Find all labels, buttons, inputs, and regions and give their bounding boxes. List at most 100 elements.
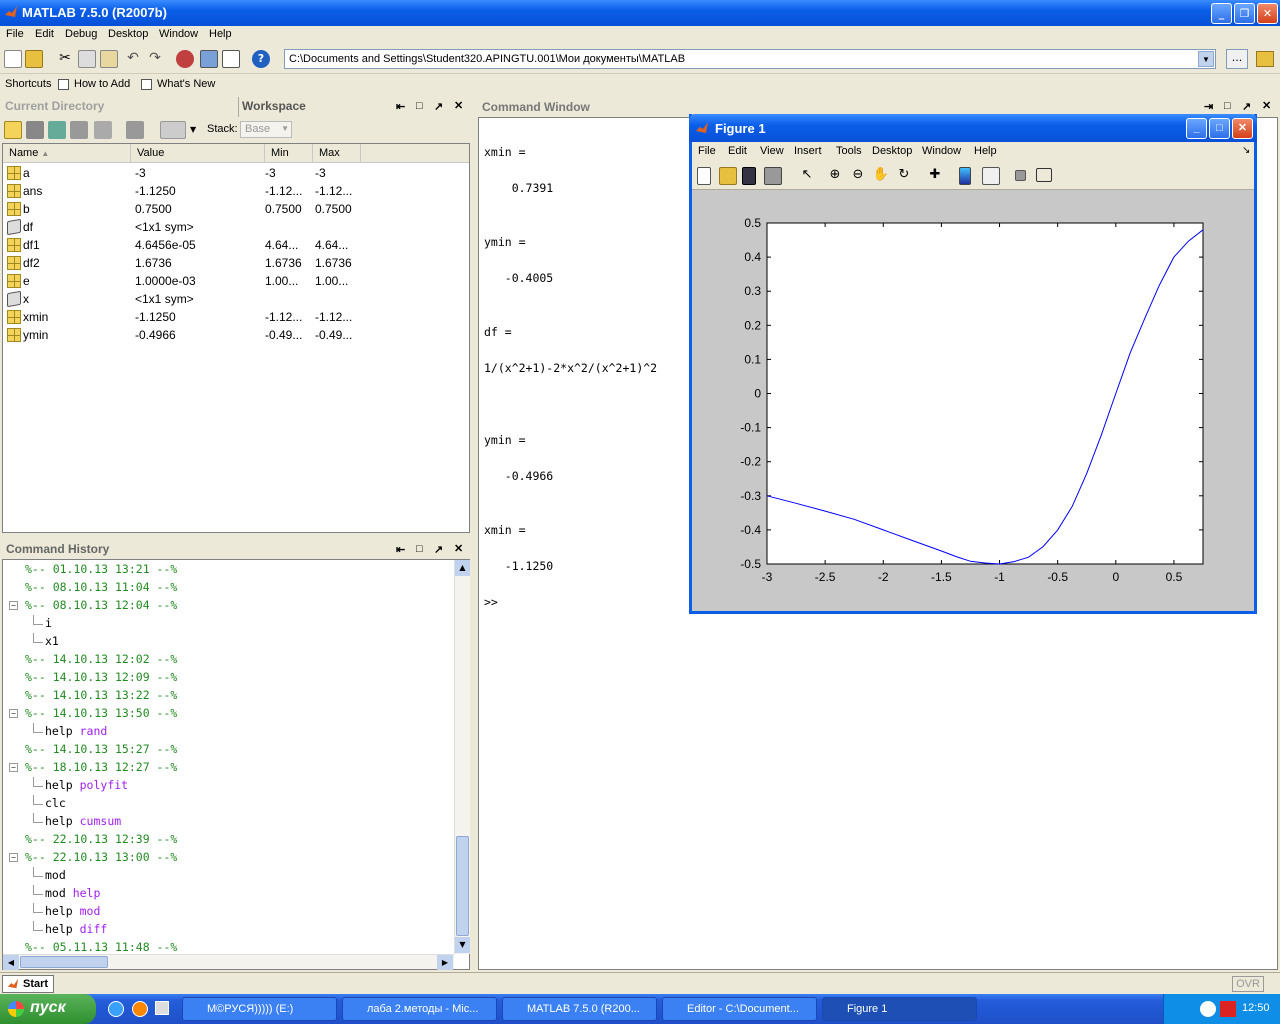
scroll-thumb[interactable] — [456, 836, 469, 936]
tray-arrow-icon[interactable] — [1200, 1001, 1216, 1017]
taskbar-item-word[interactable]: лаба 2.методы - Mic... — [342, 997, 497, 1021]
menu-desktop[interactable]: Desktop — [108, 28, 148, 40]
chevron-down-icon[interactable]: ▼ — [1198, 51, 1214, 67]
column-name[interactable]: Name ▲ — [3, 144, 131, 162]
table-row[interactable]: df2 1.6736 1.6736 1.6736 — [3, 254, 468, 272]
column-min[interactable]: Min — [265, 144, 313, 162]
close-button[interactable]: ✕ — [1257, 3, 1278, 24]
browse-button[interactable]: ... — [1226, 49, 1248, 69]
show-plot-tools-icon[interactable] — [1036, 168, 1052, 182]
open-variable-icon[interactable] — [26, 121, 44, 139]
column-value[interactable]: Value — [131, 144, 265, 162]
close-icon[interactable]: ✕ — [454, 99, 463, 112]
maximize-icon[interactable]: □ — [416, 100, 423, 112]
figure-menu-edit[interactable]: Edit — [728, 145, 747, 157]
paste-icon[interactable] — [100, 50, 118, 68]
figure-minimize-button[interactable]: _ — [1186, 118, 1207, 139]
scroll-down-icon[interactable]: ▼ — [455, 937, 470, 953]
table-row[interactable]: df1 4.6456e-05 4.64... 4.64... — [3, 236, 468, 254]
table-row[interactable]: ymin -0.4966 -0.49... -0.49... — [3, 326, 468, 344]
pan-hand-icon[interactable]: ✋ — [872, 167, 890, 185]
scroll-up-icon[interactable]: ▲ — [455, 560, 470, 576]
table-row[interactable]: x <1x1 sym> — [3, 290, 468, 308]
hide-plot-tools-icon[interactable] — [1015, 170, 1026, 181]
zoom-in-icon[interactable]: ⊕ — [826, 167, 844, 185]
open-folder-icon[interactable] — [25, 50, 43, 68]
new-file-icon[interactable] — [4, 50, 22, 68]
figure-menu-desktop[interactable]: Desktop — [872, 145, 912, 157]
plot-selector-icon[interactable] — [160, 121, 186, 139]
undock-icon[interactable]: ⇤ — [396, 100, 405, 113]
dock-arrow-icon[interactable]: ↘ — [1242, 145, 1250, 156]
scroll-left-icon[interactable]: ◀ — [3, 955, 19, 970]
taskbar-item-figure[interactable]: Figure 1 — [822, 997, 977, 1021]
guide-icon[interactable] — [200, 50, 218, 68]
taskbar-item-editor[interactable]: Editor - C:\Document... — [662, 997, 817, 1021]
scroll-right-icon[interactable]: ▶ — [437, 955, 453, 970]
figure-menu-file[interactable]: File — [698, 145, 716, 157]
collapse-icon[interactable]: − — [9, 601, 18, 610]
data-cursor-icon[interactable]: ✚ — [926, 167, 944, 185]
figure-menu-insert[interactable]: Insert — [794, 145, 822, 157]
rotate-3d-icon[interactable]: ↻ — [895, 167, 913, 185]
collapse-icon[interactable]: − — [9, 709, 18, 718]
menu-edit[interactable]: Edit — [35, 28, 54, 40]
zoom-out-icon[interactable]: ⊖ — [849, 167, 867, 185]
internet-explorer-icon[interactable] — [108, 1001, 124, 1017]
print-icon[interactable] — [94, 121, 112, 139]
table-row[interactable]: a -3 -3 -3 — [3, 164, 468, 182]
menu-window[interactable]: Window — [159, 28, 198, 40]
tab-current-directory[interactable]: Current Directory — [5, 99, 104, 113]
figure-menu-window[interactable]: Window — [922, 145, 961, 157]
figure-menu-tools[interactable]: Tools — [836, 145, 862, 157]
import-data-icon[interactable] — [48, 121, 66, 139]
delete-icon[interactable] — [126, 121, 144, 139]
how-to-add-link[interactable]: How to Add — [74, 78, 130, 90]
redo-icon[interactable]: ↷ — [146, 50, 164, 68]
column-max[interactable]: Max — [313, 144, 361, 162]
taskbar-item-matlab[interactable]: MATLAB 7.5.0 (R200... — [502, 997, 657, 1021]
taskbar-item-explorer[interactable]: М©РУСЯ))))) (E:) — [182, 997, 337, 1021]
stack-select[interactable]: Base ▼ — [240, 121, 292, 138]
print-icon[interactable] — [764, 167, 782, 185]
simulink-icon[interactable] — [176, 50, 194, 68]
copy-icon[interactable] — [78, 50, 96, 68]
media-player-icon[interactable] — [132, 1001, 148, 1017]
table-row[interactable]: xmin -1.1250 -1.12... -1.12... — [3, 308, 468, 326]
menu-file[interactable]: File — [6, 28, 24, 40]
folder-up-icon[interactable] — [1256, 51, 1274, 67]
save-icon[interactable] — [742, 167, 756, 185]
shortcuts-label[interactable]: Shortcuts — [5, 78, 51, 90]
new-variable-icon[interactable] — [4, 121, 22, 139]
profiler-icon[interactable] — [222, 50, 240, 68]
table-row[interactable]: ans -1.1250 -1.12... -1.12... — [3, 182, 468, 200]
cut-icon[interactable]: ✂ — [56, 50, 74, 68]
undo-icon[interactable]: ↶ — [124, 50, 142, 68]
table-row[interactable]: b 0.7500 0.7500 0.7500 — [3, 200, 468, 218]
help-icon[interactable]: ? — [252, 50, 270, 68]
minimize-button[interactable]: _ — [1211, 3, 1232, 24]
history-vscroll[interactable]: ▲ ▼ — [454, 560, 470, 954]
figure-menu-help[interactable]: Help — [974, 145, 997, 157]
close-icon[interactable]: ✕ — [454, 542, 463, 555]
close-icon[interactable]: ✕ — [1262, 99, 1271, 112]
undock-icon[interactable]: ⇤ — [396, 543, 405, 556]
line-plot[interactable]: -3 -2.5 -2 -1.5 -1 -0.5 0 0.5 0.5 0.4 0.3 0.2 0.1 0 -0… — [692, 190, 1254, 611]
open-file-icon[interactable] — [719, 167, 737, 185]
undock-icon[interactable]: ⇥ — [1204, 100, 1213, 113]
windows-start-button[interactable]: пуск — [0, 994, 96, 1024]
antivirus-icon[interactable] — [1220, 1001, 1236, 1017]
menu-help[interactable]: Help — [209, 28, 232, 40]
figure-menu-view[interactable]: View — [760, 145, 784, 157]
dock-arrow-icon[interactable]: ↗ — [434, 100, 443, 113]
show-desktop-icon[interactable] — [155, 1001, 169, 1015]
start-button[interactable]: Start — [2, 975, 54, 993]
collapse-icon[interactable]: − — [9, 763, 18, 772]
dock-arrow-icon[interactable]: ↗ — [434, 543, 443, 556]
table-row[interactable]: e 1.0000e-03 1.00... 1.00... — [3, 272, 468, 290]
figure-maximize-button[interactable]: □ — [1209, 118, 1230, 139]
maximize-icon[interactable]: □ — [1224, 100, 1231, 112]
history-hscroll[interactable]: ◀ ▶ — [3, 954, 454, 970]
whats-new-link[interactable]: What's New — [157, 78, 215, 90]
new-figure-icon[interactable] — [697, 167, 711, 185]
